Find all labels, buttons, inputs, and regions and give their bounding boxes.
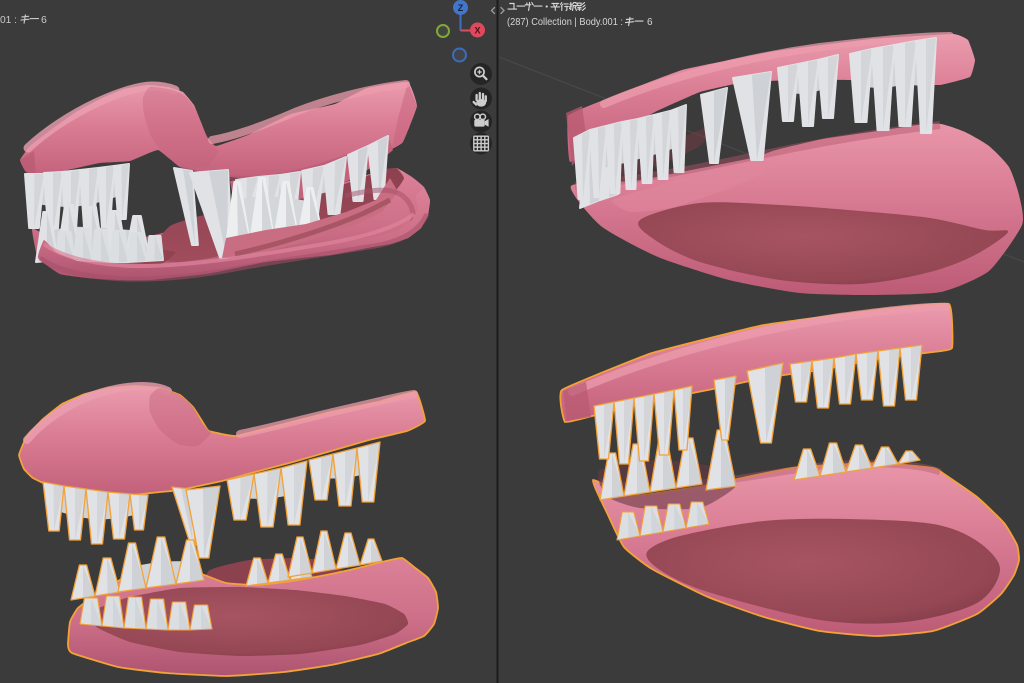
svg-text:6: 6 <box>41 14 47 26</box>
svg-text:6: 6 <box>647 17 653 28</box>
svg-text:01 :: 01 : <box>0 14 17 26</box>
svg-text:(287) Collection | Body.001 :: (287) Collection | Body.001 : <box>507 17 623 28</box>
svg-text:Z: Z <box>458 3 464 13</box>
svg-text:X: X <box>474 25 480 35</box>
